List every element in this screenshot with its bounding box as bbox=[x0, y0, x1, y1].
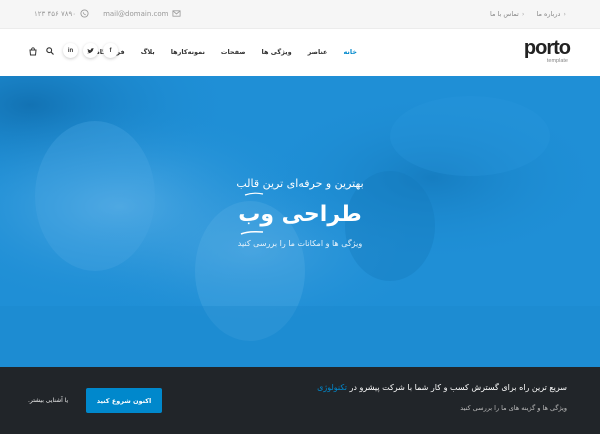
learn-more-link[interactable]: یا آشنایی بیشتر. bbox=[28, 397, 68, 404]
title-underline bbox=[240, 231, 264, 235]
facebook-icon[interactable]: f bbox=[103, 43, 118, 58]
nav-item-portfolio[interactable]: نمونه‌کارها bbox=[171, 48, 205, 56]
hero-description: ویژگی ها و امکانات ما را بررسی کنید bbox=[237, 239, 363, 248]
cta-title: سریع ترین راه برای گسترش کسب و کار شما ب… bbox=[317, 383, 567, 392]
top-link-contact[interactable]: ‹تماس با ما bbox=[490, 10, 524, 18]
email-address[interactable]: mail@domain.com bbox=[103, 10, 168, 18]
cta-title-highlight: تکنولوژی bbox=[317, 383, 347, 392]
nav-item-pages[interactable]: صفحات bbox=[221, 48, 246, 56]
nav-item-home[interactable]: خانه bbox=[343, 48, 357, 56]
top-bar: ۱۲۳ ۴۵۶ ۷۸۹۰ mail@domain.com ‹درباره ما … bbox=[0, 0, 600, 29]
logo-sub: template bbox=[546, 58, 568, 64]
contact-info: ۱۲۳ ۴۵۶ ۷۸۹۰ mail@domain.com bbox=[34, 9, 181, 18]
nav-item-features[interactable]: ویژگی ها bbox=[262, 48, 292, 56]
logo[interactable]: porto template bbox=[512, 37, 571, 67]
header-utilities bbox=[29, 47, 54, 56]
twitter-icon[interactable] bbox=[83, 43, 98, 58]
envelope-icon bbox=[172, 10, 181, 17]
nav-item-elements[interactable]: عناصر bbox=[308, 48, 328, 56]
hero-title: طراحی وب bbox=[238, 202, 362, 227]
start-now-button[interactable]: اکنون شروع کنید bbox=[86, 388, 162, 413]
main-nav: خانه عناصر ویژگی ها صفحات نمونه‌کارها بل… bbox=[96, 48, 357, 56]
cart-icon[interactable] bbox=[29, 47, 37, 56]
call-to-action-bar: سریع ترین راه برای گسترش کسب و کار شما ب… bbox=[0, 367, 600, 434]
search-icon[interactable] bbox=[46, 47, 54, 55]
subtitle-underline bbox=[244, 192, 264, 196]
hero-section: بهترین و حرفه‌ای ترین قالب طراحی وب ویژگ… bbox=[0, 76, 600, 367]
phone-number[interactable]: ۱۲۳ ۴۵۶ ۷۸۹۰ bbox=[34, 10, 76, 18]
hero-subtitle: بهترین و حرفه‌ای ترین قالب bbox=[236, 177, 364, 190]
cta-description: ویژگی ها و گزینه های ما را بررسی کنید bbox=[460, 404, 567, 412]
social-links: in f bbox=[63, 43, 118, 58]
top-link-about[interactable]: ‹درباره ما bbox=[536, 10, 566, 18]
cta-title-text: سریع ترین راه برای گسترش کسب و کار شما ب… bbox=[349, 383, 567, 392]
whatsapp-icon bbox=[80, 9, 89, 18]
main-header: porto template خانه عناصر ویژگی ها صفحات… bbox=[0, 29, 600, 76]
logo-word: porto bbox=[523, 37, 571, 59]
nav-item-blog[interactable]: بلاگ bbox=[141, 48, 155, 56]
top-links: ‹درباره ما ‹تماس با ما bbox=[490, 10, 566, 18]
linkedin-icon[interactable]: in bbox=[63, 43, 78, 58]
